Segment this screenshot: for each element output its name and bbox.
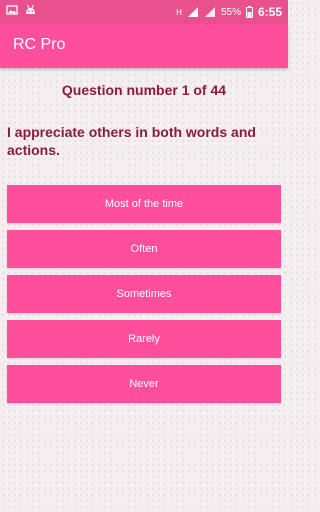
question-text: I appreciate others in both words and ac…: [7, 124, 256, 158]
option-rarely-button[interactable]: Rarely: [7, 320, 281, 358]
app-title: RC Pro: [13, 36, 66, 53]
option-most-of-the-time-button[interactable]: Most of the time: [7, 185, 281, 223]
status-bar: H 55% 6:55: [0, 0, 288, 24]
battery-percent: 55%: [220, 6, 241, 18]
signal-icon: [187, 6, 199, 18]
battery-icon: [245, 6, 253, 18]
answer-options: Most of the time Often Sometimes Rarely …: [7, 185, 281, 410]
option-never-button[interactable]: Never: [7, 365, 281, 403]
option-often-button[interactable]: Often: [7, 230, 281, 268]
signal-icon-2: [204, 6, 216, 18]
option-sometimes-button[interactable]: Sometimes: [7, 275, 281, 313]
question-number: Question number 1 of 44: [61, 82, 227, 98]
app-bar: RC Pro: [0, 24, 288, 68]
network-type-indicator: H: [176, 7, 182, 17]
android-debug-icon: [24, 4, 37, 16]
photo-icon: [6, 4, 18, 16]
clock: 6:55: [257, 5, 282, 19]
